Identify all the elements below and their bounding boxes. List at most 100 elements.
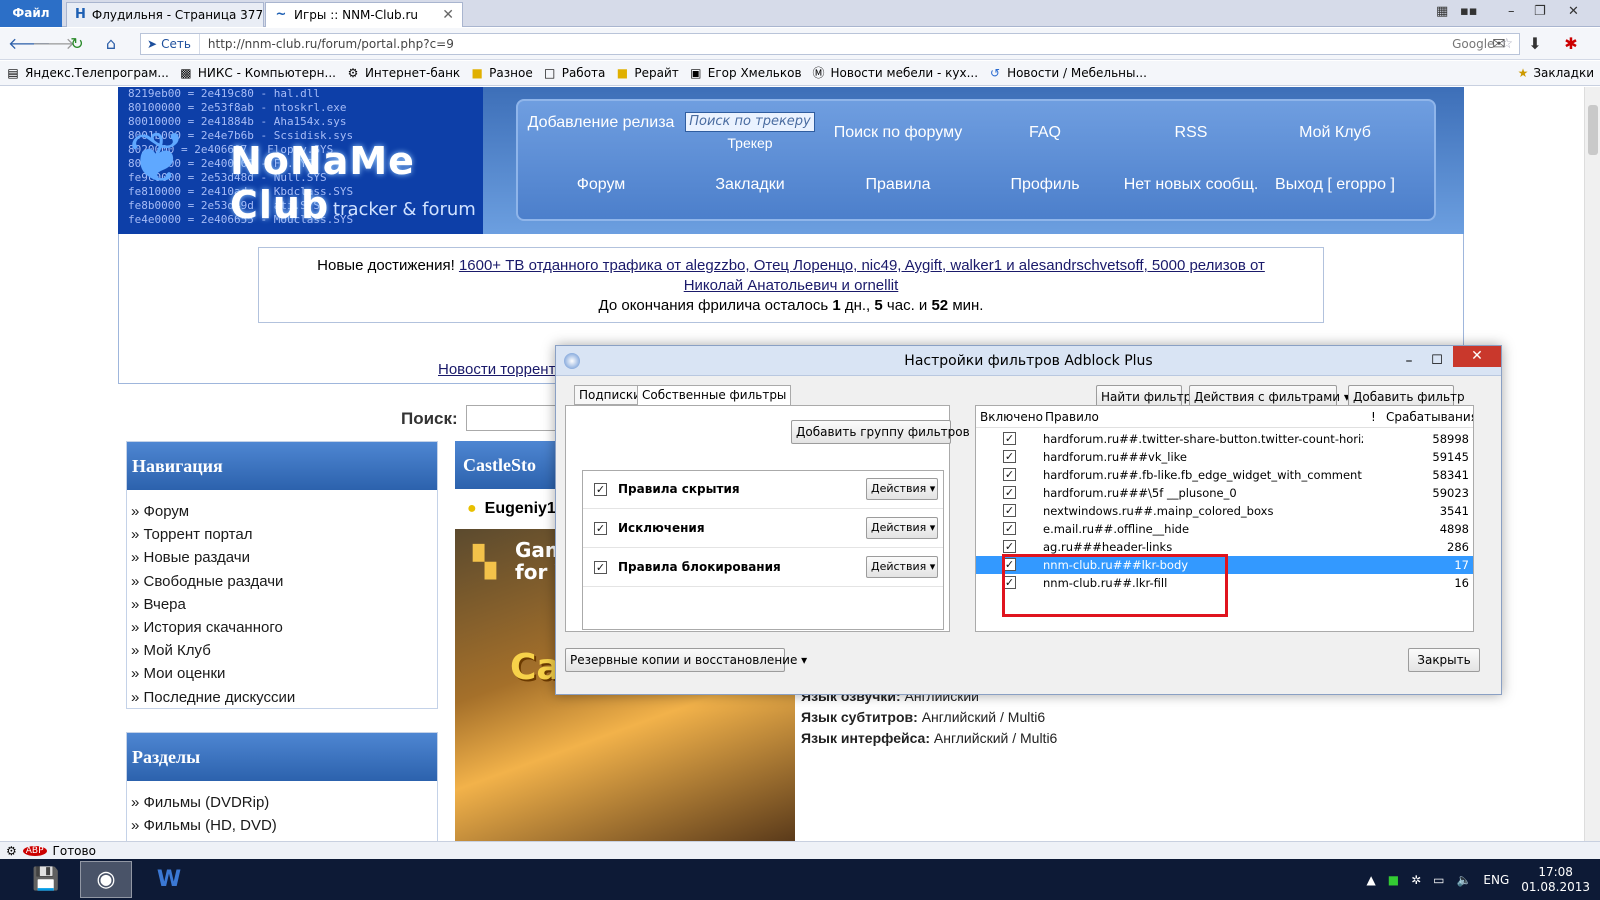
mail-icon[interactable]: ✉ [1488, 33, 1510, 55]
dialog-maximize-icon[interactable]: ☐ [1425, 346, 1449, 376]
nav-faq[interactable]: FAQ [970, 123, 1120, 143]
bookmark-folder[interactable]: ■ Разное [470, 66, 533, 80]
row-checkbox[interactable]: ✓ [1003, 432, 1016, 445]
group-checkbox[interactable]: ✓ [594, 522, 607, 535]
nav-logout[interactable]: Выход [ erорро ] [1260, 175, 1410, 195]
dialog-titlebar[interactable]: Настройки фильтров Adblock Plus – ☐ ✕ [556, 346, 1501, 376]
bookmark-item[interactable]: ⚙ Интернет-банк [346, 66, 461, 80]
tab-own-filters[interactable]: Собственные фильтры [637, 385, 792, 406]
col-bang[interactable]: ! [1371, 406, 1376, 428]
bookmark-item[interactable]: Ⓜ Новости мебели - кух... [812, 66, 979, 80]
status-settings-icon[interactable]: ⚙ [6, 844, 17, 858]
table-row[interactable]: ✓ hardforum.ru##.fb-like.fb_edge_widget_w… [976, 466, 1473, 484]
address-bar[interactable]: ➤ Сеть http://nnm-club.ru/forum/portal.ph… [140, 33, 1520, 55]
tray-language[interactable]: ENG [1483, 873, 1509, 887]
tray-volume-icon[interactable]: 🔈 [1456, 873, 1471, 887]
row-checkbox[interactable]: ✓ [1003, 522, 1016, 535]
nav-add-release[interactable]: Добавление релиза [526, 113, 676, 133]
torrent-news-link[interactable]: Новости торрент [438, 361, 555, 378]
close-window-icon[interactable]: ✕ [1568, 4, 1579, 19]
nav-forum-search[interactable]: Поиск по форуму [823, 123, 973, 143]
group-checkbox[interactable]: ✓ [594, 483, 607, 496]
backup-restore-button[interactable]: Резервные копии и восстановление ▾ [565, 648, 807, 672]
nav-my-club[interactable]: Мой Клуб [1260, 123, 1410, 143]
network-indicator[interactable]: ➤ Сеть [141, 34, 200, 54]
table-row[interactable]: ✓ e.mail.ru##.offline__hide 4898 [976, 520, 1473, 538]
announce-link[interactable]: 1600+ ТВ отданного трафика от alegzzbo, … [459, 257, 1265, 274]
table-row-selected[interactable]: ✓ nnm-club.ru###lkr-body 17 [976, 556, 1473, 574]
menu-icon[interactable]: ✱ [1560, 33, 1582, 55]
save-app-icon[interactable]: 💾 [20, 861, 72, 898]
tab-flood[interactable]: H Флудильня - Страница 377 - ... [66, 2, 264, 27]
col-rule[interactable]: Правило [1045, 406, 1099, 428]
grid-icon[interactable]: ▪▪ [1460, 4, 1478, 19]
nav-link-ratings[interactable]: » Мои оценки [131, 662, 437, 685]
nav-link-forum[interactable]: » Форум [131, 500, 437, 523]
nav-link-yesterday[interactable]: » Вчера [131, 593, 437, 616]
section-link-hd[interactable]: » Фильмы (HD, DVD) [131, 814, 437, 837]
home-icon[interactable]: ⌂ [100, 33, 122, 55]
nav-link-torrent-portal[interactable]: » Торрент портал [131, 523, 437, 546]
bookmark-item[interactable]: ↺ Новости / Мебельны... [988, 66, 1147, 80]
tray-clock[interactable]: 17:08 01.08.2013 [1521, 865, 1590, 895]
bookmark-item[interactable]: ▤ Яндекс.Телепрограм... [6, 66, 169, 80]
browser-app-icon[interactable]: ◉ [80, 861, 132, 898]
group-actions-button[interactable]: Действия ▾ [866, 517, 938, 539]
table-row[interactable]: ✓ ag.ru###header-links 286 [976, 538, 1473, 556]
file-menu-button[interactable]: Файл [0, 0, 62, 27]
bookmarks-menu[interactable]: ★ Закладки [1518, 66, 1594, 80]
dialog-minimize-icon[interactable]: – [1397, 346, 1421, 376]
row-checkbox[interactable]: ✓ [1003, 504, 1016, 517]
table-row[interactable]: ✓ hardforum.ru###\5f __plusone_0 59023 [976, 484, 1473, 502]
table-row[interactable]: ✓ hardforum.ru###vk_like 59145 [976, 448, 1473, 466]
nav-rules[interactable]: Правила [823, 175, 973, 195]
nav-tracker[interactable]: Трекер [675, 133, 825, 153]
row-checkbox[interactable]: ✓ [1003, 468, 1016, 481]
tab-close-icon[interactable]: ✕ [432, 7, 454, 23]
scrollbar-thumb[interactable] [1588, 105, 1598, 155]
dialog-close-action-button[interactable]: Закрыть [1408, 648, 1480, 672]
forward-icon[interactable]: 🡒 [32, 33, 75, 55]
abp-status-icon[interactable]: ABP [22, 845, 47, 856]
bookmark-item[interactable]: □ Работа [543, 66, 605, 80]
group-actions-button[interactable]: Действия ▾ [866, 556, 938, 578]
site-search-input[interactable] [466, 405, 566, 431]
table-row[interactable]: ✓ nnm-club.ru##.lkr-fill 16 [976, 574, 1473, 592]
site-logo[interactable]: 8219eb00 = 2e419c80 - hal.dll 80100000 =… [118, 87, 483, 234]
section-link-dvdrip[interactable]: » Фильмы (DVDRip) [131, 791, 437, 814]
minimize-icon[interactable]: – [1508, 4, 1515, 19]
bookmark-item[interactable]: ▣ Егор Хмельков [689, 66, 801, 80]
group-hiding-rules[interactable]: ✓ Правила скрытия Действия ▾ [583, 471, 943, 509]
nav-bookmarks[interactable]: Закладки [675, 175, 825, 195]
url-text[interactable]: http://nnm-club.ru/forum/portal.php?c=9 [200, 37, 454, 51]
back-icon[interactable]: 🡐 [8, 33, 51, 55]
tab-list-icon[interactable]: ▦ [1436, 4, 1448, 19]
nav-link-my-club[interactable]: » Мой Клуб [131, 639, 437, 662]
tab-nnm-games[interactable]: ~ Игры :: NNM-Club.ru ✕ [265, 2, 463, 27]
bookmark-item[interactable]: ▩ НИКС - Компьютерн... [179, 66, 336, 80]
col-enabled[interactable]: Включено [980, 406, 1043, 428]
row-checkbox[interactable]: ✓ [1003, 540, 1016, 553]
nav-profile[interactable]: Профиль [970, 175, 1120, 195]
reload-icon[interactable]: ↻ [66, 33, 88, 55]
group-exceptions[interactable]: ✓ Исключения Действия ▾ [583, 510, 943, 548]
word-app-icon[interactable]: W [143, 861, 195, 898]
group-blocking-rules[interactable]: ✓ Правила блокирования Действия ▾ [583, 549, 943, 587]
add-filter-group-button[interactable]: Добавить группу фильтров [791, 420, 970, 444]
page-scrollbar[interactable] [1584, 87, 1600, 841]
row-checkbox[interactable]: ✓ [1003, 576, 1016, 589]
row-checkbox[interactable]: ✓ [1003, 486, 1016, 499]
nav-link-free[interactable]: » Свободные раздачи [131, 570, 437, 593]
bookmark-folder[interactable]: ■ Рерайт [615, 66, 679, 80]
nav-forum[interactable]: Форум [526, 175, 676, 195]
nav-rss[interactable]: RSS [1116, 123, 1266, 143]
table-row[interactable]: ✓ nextwindows.ru##.mainp_colored_boxs 3541 [976, 502, 1473, 520]
row-checkbox[interactable]: ✓ [1003, 450, 1016, 463]
announce-link-2[interactable]: Николай Анатольевич и ornellit [684, 277, 899, 294]
group-actions-button[interactable]: Действия ▾ [866, 478, 938, 500]
dialog-close-button[interactable]: ✕ [1453, 346, 1501, 367]
group-checkbox[interactable]: ✓ [594, 561, 607, 574]
tray-shield-icon[interactable]: ■ [1388, 873, 1399, 887]
nav-link-discussions[interactable]: » Последние дискуссии [131, 686, 437, 709]
col-hits[interactable]: Срабатывания [1386, 406, 1473, 428]
